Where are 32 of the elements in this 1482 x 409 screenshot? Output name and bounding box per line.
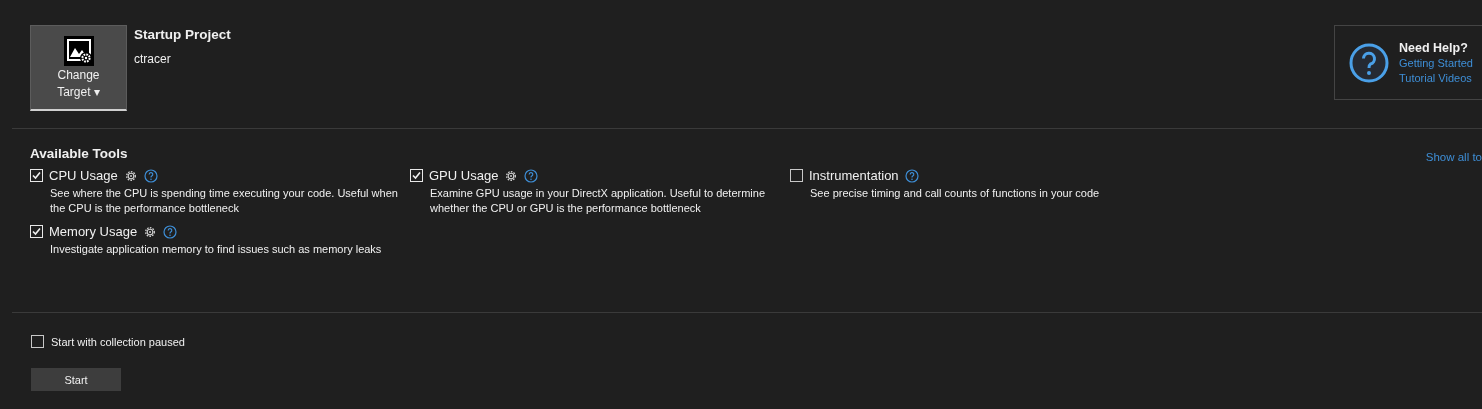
gear-icon[interactable] [123,168,138,183]
available-tools-heading: Available Tools [30,145,128,161]
tool-description: See precise timing and call counts of functions in your code [810,186,1101,201]
tool-name: Memory Usage [49,224,138,239]
checkbox[interactable] [31,335,44,348]
show-all-tools-link[interactable]: Show all to [1425,151,1482,163]
gear-icon[interactable] [504,168,519,183]
help-link[interactable]: Tutorial Videos [1399,70,1473,86]
help-icon[interactable] [524,168,539,183]
tool-name: Instrumentation [809,168,899,183]
tool-description: Investigate application memory to find issues such as memory leaks [50,242,383,257]
tool-name: GPU Usage [429,168,499,183]
tool-name: CPU Usage [49,168,118,183]
checkbox[interactable] [30,169,43,182]
help-title: Need Help? [1399,39,1469,56]
help-icon[interactable] [904,168,919,183]
change-target-button[interactable]: Change Target ▾ [30,25,127,111]
help-icon[interactable] [163,224,178,239]
pause-option-label: Start with collection paused [51,335,185,348]
startup-project-heading: Startup Project [134,27,231,42]
tool-description: Examine GPU usage in your DirectX application. Useful to determine whether the CPU or GPU is the performance bottleneck [430,186,767,216]
checkbox[interactable] [410,169,423,182]
start-button[interactable]: Start [31,368,121,391]
project-name: ctracer [134,52,172,66]
gear-icon[interactable] [143,224,158,239]
help-link[interactable]: Getting Started [1399,55,1473,71]
help-icon [1349,42,1389,83]
help-icon[interactable] [143,168,158,183]
tool-description: See where the CPU is spending time executing your code. Useful when the CPU is the performance bottleneck [50,186,399,216]
checkbox[interactable] [790,169,803,182]
checkbox[interactable] [30,225,43,238]
picture-gear-icon [62,35,95,67]
